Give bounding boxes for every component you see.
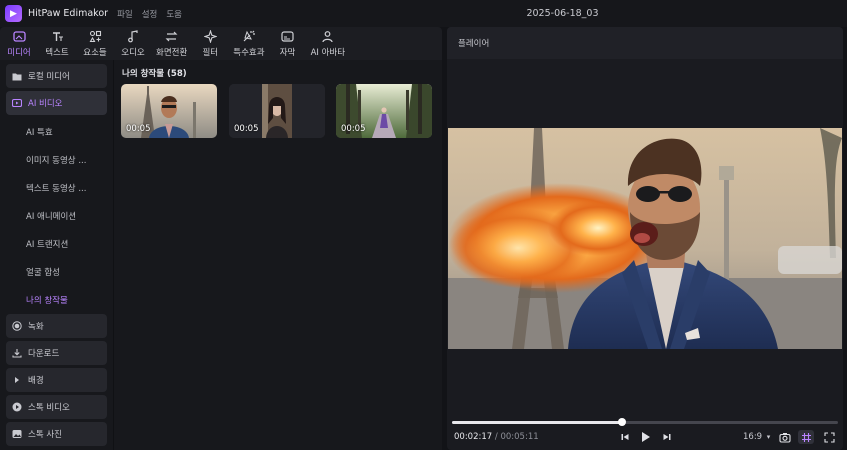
tab-subtitle[interactable]: 자막 xyxy=(269,27,307,60)
thumbnail-girl-forest[interactable]: 00:05 xyxy=(336,84,432,138)
sidebar-label: 로컬 미디어 xyxy=(28,72,70,82)
effects-icon xyxy=(242,30,256,44)
subtitle-icon xyxy=(281,30,295,44)
grid-toggle-button[interactable] xyxy=(798,430,814,444)
tab-text[interactable]: 텍스트 xyxy=(38,27,76,60)
snapshot-button[interactable] xyxy=(778,430,792,444)
sidebar-label: 녹화 xyxy=(28,322,44,332)
menu-help[interactable]: 도움 xyxy=(166,8,182,20)
aspect-ratio-value: 16:9 xyxy=(743,432,763,442)
ai-video-icon xyxy=(12,98,22,108)
sidebar-label: 스톡 비디오 xyxy=(28,403,70,413)
elements-icon xyxy=(88,30,102,44)
current-time: 00:02:17 xyxy=(454,432,493,442)
sidebar-item-stock-video[interactable]: 스톡 비디오 xyxy=(6,395,107,419)
tab-label: 필터 xyxy=(202,47,219,58)
tab-label: 요소들 xyxy=(83,47,107,58)
player-panel: 플레이어 00:02:17 / 00:05:11 16:9 ▾ xyxy=(447,27,843,450)
play-icon xyxy=(641,432,650,442)
fullscreen-button[interactable] xyxy=(822,430,836,444)
transition-icon xyxy=(165,30,179,44)
player-header: 플레이어 xyxy=(447,27,843,59)
sidebar-item-local-media[interactable]: 로컬 미디어 xyxy=(6,64,107,88)
sidebar-sub-ai-effects[interactable]: AI 특효 xyxy=(6,118,107,146)
download-icon xyxy=(12,348,22,358)
filter-icon xyxy=(203,30,217,44)
media-panel: 나의 창작물 (58) 00:05 00:05 00:05 xyxy=(113,60,442,450)
media-icon xyxy=(12,30,26,44)
tab-audio[interactable]: 오디오 xyxy=(114,27,152,60)
seek-bar[interactable] xyxy=(452,418,838,426)
menu-file[interactable]: 파일 xyxy=(117,8,133,20)
fullscreen-icon xyxy=(823,431,835,443)
sidebar-sub-ai-transition[interactable]: AI 트랜지션 xyxy=(6,230,107,258)
camera-icon xyxy=(779,432,791,443)
player-title: 플레이어 xyxy=(458,39,490,49)
caret-right-icon xyxy=(12,375,22,385)
folder-icon xyxy=(12,71,22,81)
tab-label: 특수효과 xyxy=(233,47,265,58)
thumbnail-man-eiffel[interactable]: 00:05 xyxy=(121,84,217,138)
tab-ai-avatar[interactable]: AI 아바타 xyxy=(307,27,349,60)
sidebar-item-record[interactable]: 녹화 xyxy=(6,314,107,338)
tab-label: 오디오 xyxy=(121,47,145,58)
chevron-down-icon: ▾ xyxy=(766,433,771,441)
sidebar-sub-my-creations[interactable]: 나의 창작물 xyxy=(6,286,107,314)
media-sidebar: 로컬 미디어 AI 비디오 AI 특효 이미지 동영상 ... 텍스트 동영상 … xyxy=(0,60,113,450)
play-button[interactable] xyxy=(638,430,652,444)
sidebar-label: AI 비디오 xyxy=(28,99,63,109)
record-icon xyxy=(12,321,22,331)
tab-elements[interactable]: 요소들 xyxy=(76,27,114,60)
thumbnail-duration: 00:05 xyxy=(126,124,151,134)
grid-icon xyxy=(801,432,811,442)
title-bar: ▶ HitPaw Edimakor 파일 설정 도움 2025-06-18_03 xyxy=(0,0,847,27)
creations-title: 나의 창작물 (58) xyxy=(122,69,187,79)
thumbnail-duration: 00:05 xyxy=(341,124,366,134)
sidebar-label: 다운로드 xyxy=(28,349,60,359)
project-title: 2025-06-18_03 xyxy=(526,8,599,19)
video-preview[interactable] xyxy=(448,128,842,349)
text-icon xyxy=(50,30,64,44)
sidebar-item-download[interactable]: 다운로드 xyxy=(6,341,107,365)
tab-label: 미디어 xyxy=(7,47,31,58)
thumbnail-woman-portrait[interactable]: 00:05 xyxy=(229,84,325,138)
thumbnail-duration: 00:05 xyxy=(234,124,259,134)
sidebar-sub-image-to-video[interactable]: 이미지 동영상 ... xyxy=(6,146,107,174)
previous-frame-button[interactable] xyxy=(618,430,632,444)
aspect-ratio-select[interactable]: 16:9 ▾ xyxy=(743,432,770,442)
menu-settings[interactable]: 설정 xyxy=(142,8,158,20)
next-frame-button[interactable] xyxy=(660,430,674,444)
sidebar-sub-ai-animation[interactable]: AI 애니메이션 xyxy=(6,202,107,230)
sidebar-item-stock-photo[interactable]: 스톡 사진 xyxy=(6,422,107,446)
play-circle-icon xyxy=(12,402,22,412)
tab-label: 화면전환 xyxy=(156,47,188,58)
tab-transition[interactable]: 화면전환 xyxy=(152,27,191,60)
sidebar-label: 배경 xyxy=(28,376,44,386)
sidebar-item-ai-video[interactable]: AI 비디오 xyxy=(6,91,107,115)
seek-bar-fill xyxy=(452,421,622,424)
tab-filter[interactable]: 필터 xyxy=(191,27,229,60)
time-display: 00:02:17 / 00:05:11 xyxy=(454,432,539,442)
tab-label: 텍스트 xyxy=(45,47,69,58)
previous-frame-icon xyxy=(621,434,629,440)
app-logo-icon: ▶ xyxy=(5,5,22,22)
photo-icon xyxy=(12,429,22,439)
next-frame-icon xyxy=(663,434,671,440)
sidebar-sub-text-to-video[interactable]: 텍스트 동영상 ... xyxy=(6,174,107,202)
tab-label: AI 아바타 xyxy=(310,47,346,58)
sidebar-item-background[interactable]: 배경 xyxy=(6,368,107,392)
avatar-icon xyxy=(321,30,335,44)
tab-media[interactable]: 미디어 xyxy=(0,27,38,60)
audio-icon xyxy=(126,30,140,44)
video-frame xyxy=(448,128,842,349)
seek-bar-handle[interactable] xyxy=(617,418,626,426)
sidebar-label: 스톡 사진 xyxy=(28,430,62,440)
app-name: HitPaw Edimakor xyxy=(28,8,109,19)
tab-label: 자막 xyxy=(279,47,296,58)
total-time: 00:05:11 xyxy=(500,432,539,442)
sidebar-sub-face-swap[interactable]: 얼굴 합성 xyxy=(6,258,107,286)
tab-effects[interactable]: 특수효과 xyxy=(229,27,268,60)
main-toolbar: 미디어 텍스트 요소들 오디오 화면전환 필터 특수효과 자막 AI 아바타 xyxy=(0,27,442,60)
